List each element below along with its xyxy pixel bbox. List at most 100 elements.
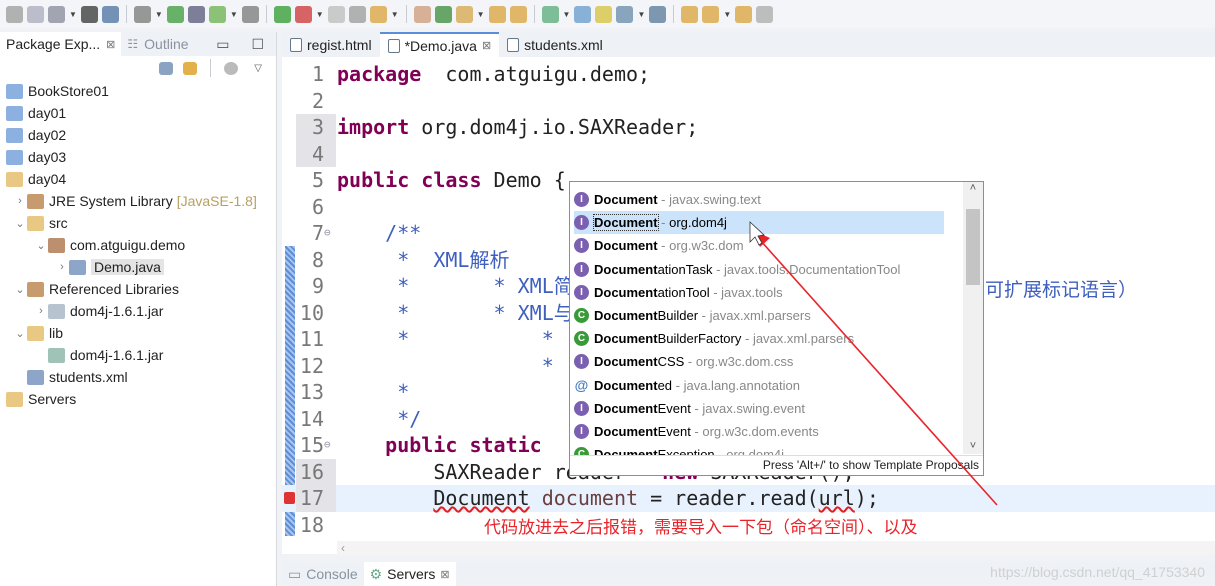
refresh-icon[interactable] [434,5,452,23]
tree-item-bookstore01[interactable]: BookStore01 [0,80,276,102]
prev-annotation-icon[interactable] [702,5,720,23]
proposal-item[interactable]: @ Documented - java.lang.annotation [574,374,944,397]
tree-item-referenced-libraries[interactable]: ⌄ Referenced Libraries [0,278,276,300]
task-icon[interactable] [574,5,592,23]
globe-icon[interactable] [649,5,667,23]
external-tools-icon[interactable] [348,5,366,23]
tree-item-day01[interactable]: day01 [0,102,276,124]
view-menu-icon[interactable]: ▽ [254,63,262,74]
outline-icon: ☷ [127,37,139,51]
tree-item-dom4j-1-6-1-jar[interactable]: dom4j-1.6.1.jar [0,344,276,366]
tree-item-lib[interactable]: ⌄ lib [0,322,276,344]
tab-servers[interactable]: ⚙ Servers ⊠ [363,562,456,586]
horizontal-scrollbar[interactable]: ‹ [337,541,1215,555]
twisty-icon[interactable]: ⌄ [13,283,27,296]
twisty-icon[interactable]: ⌄ [13,217,27,230]
open-folder-icon[interactable] [455,5,473,23]
twisty-icon[interactable]: ⌄ [13,327,27,340]
folder-icon[interactable] [488,5,506,23]
dropdown-arrow-icon[interactable]: ▼ [155,10,163,19]
run-icon[interactable] [273,5,291,23]
dropdown-arrow-icon[interactable]: ▼ [69,10,77,19]
error-marker-icon[interactable] [284,492,295,504]
tree-item-day02[interactable]: day02 [0,124,276,146]
tree-item-src[interactable]: ⌄ src [0,212,276,234]
run-config-icon[interactable] [294,5,312,23]
save-all-icon[interactable] [48,5,65,23]
debug-skip-icon[interactable] [133,5,151,23]
proposal-item[interactable]: I Document - org.w3c.dom [574,234,944,257]
tree-item-com-atguigu-demo[interactable]: ⌄ com.atguigu.demo [0,234,276,256]
twisty-icon[interactable]: › [55,261,69,273]
tree-item-day04[interactable]: day04 [0,168,276,190]
close-icon[interactable]: ⊠ [482,39,491,52]
tree-item-jre-system-library[interactable]: › JRE System Library [JavaSE-1.8] [0,190,276,212]
tree-item-day03[interactable]: day03 [0,146,276,168]
console-icon[interactable] [101,5,119,23]
fold-icon[interactable]: ⊖ [324,220,331,247]
toolbar-separator [125,5,127,23]
layout-icon[interactable] [187,5,205,23]
dropdown-arrow-icon[interactable]: ▼ [391,10,399,19]
dropdown-arrow-icon[interactable]: ▼ [230,10,238,19]
proposal-item[interactable]: I DocumentEvent - org.w3c.dom.events [574,420,944,443]
package-explorer-panel: Package Exp... ⊠ ☷ Outline ▭ ☐ ▽ BookStore… [0,32,277,586]
dropdown-arrow-icon[interactable]: ▼ [477,10,485,19]
open-type-icon[interactable] [541,5,559,23]
stop-icon[interactable] [327,5,345,23]
fold-icon[interactable]: ⊖ [324,432,331,459]
proposal-item[interactable]: C DocumentBuilder - javax.xml.parsers [574,304,944,327]
proposal-item[interactable]: I DocumentationTask - javax.tools.Documen… [574,258,944,281]
popup-scrollbar[interactable]: ˄ ˅ [963,182,983,454]
filter-icon[interactable] [224,61,239,75]
editor-tab[interactable]: *Demo.java ⊠ [379,32,500,57]
proposal-item[interactable]: I DocumentCSS - org.w3c.dom.css [574,350,944,373]
tree-item-students-xml[interactable]: students.xml [0,366,276,388]
twisty-icon[interactable]: ⌄ [34,239,48,252]
new-class-icon[interactable] [413,5,431,23]
twisty-icon[interactable]: › [13,195,27,207]
next-annotation-icon[interactable] [681,5,699,23]
forward-icon[interactable] [756,5,774,23]
proposal-item[interactable]: C DocumentBuilderFactory - javax.xml.pars… [574,327,944,350]
close-icon[interactable]: ⊠ [106,38,115,51]
user-icon[interactable] [80,5,98,23]
collapse-all-icon[interactable] [159,61,174,75]
scroll-down-icon[interactable]: ˅ [963,440,983,452]
minimize-icon[interactable]: ▭ [216,36,229,53]
marker-icon[interactable] [595,5,613,23]
proposal-item[interactable]: I DocumentEvent - javax.swing.event [574,397,944,420]
spring-boot-icon[interactable] [208,5,226,23]
proposal-item[interactable]: I DocumentationTool - javax.tools [574,281,944,304]
save-icon[interactable] [27,5,44,23]
tab-console[interactable]: ▭ Console [282,562,364,586]
maximize-icon[interactable]: ☐ [251,36,264,53]
code-text: import org.dom4j.io.SAXReader; [337,114,698,141]
twisty-icon[interactable]: › [34,305,48,317]
dropdown-arrow-icon[interactable]: ▼ [563,10,571,19]
tree-item-demo-java[interactable]: › Demo.java [0,256,276,278]
tree-item-dom4j-1-6-1-jar[interactable]: › dom4j-1.6.1.jar [0,300,276,322]
search-icon[interactable] [509,5,527,23]
dropdown-arrow-icon[interactable]: ▼ [723,10,731,19]
back-icon[interactable] [735,5,753,23]
proposal-item[interactable]: I Document - javax.swing.text [574,188,944,211]
pin-icon[interactable] [616,5,634,23]
scroll-thumb[interactable] [966,209,980,285]
editor-tab[interactable]: students.xml [499,32,611,57]
proposal-item[interactable]: I Document - org.dom4j [574,211,944,235]
spring-icon[interactable] [166,5,184,23]
dropdown-arrow-icon[interactable]: ▼ [316,10,324,19]
close-icon[interactable]: ⊠ [440,568,449,581]
link-with-editor-icon[interactable] [183,61,198,75]
dropdown-arrow-icon[interactable]: ▼ [637,10,645,19]
code-text: Document document = reader.read(url); [337,485,879,512]
editor-tab[interactable]: regist.html [282,32,380,57]
tab-package-explorer[interactable]: Package Exp... ⊠ [0,32,122,56]
new-icon[interactable] [6,5,23,23]
tab-outline[interactable]: ☷ Outline [121,32,194,56]
scroll-up-icon[interactable]: ˄ [963,182,983,194]
debug-icon[interactable] [241,5,259,23]
new-package-icon[interactable] [369,5,387,23]
tree-item-servers[interactable]: Servers [0,388,276,410]
